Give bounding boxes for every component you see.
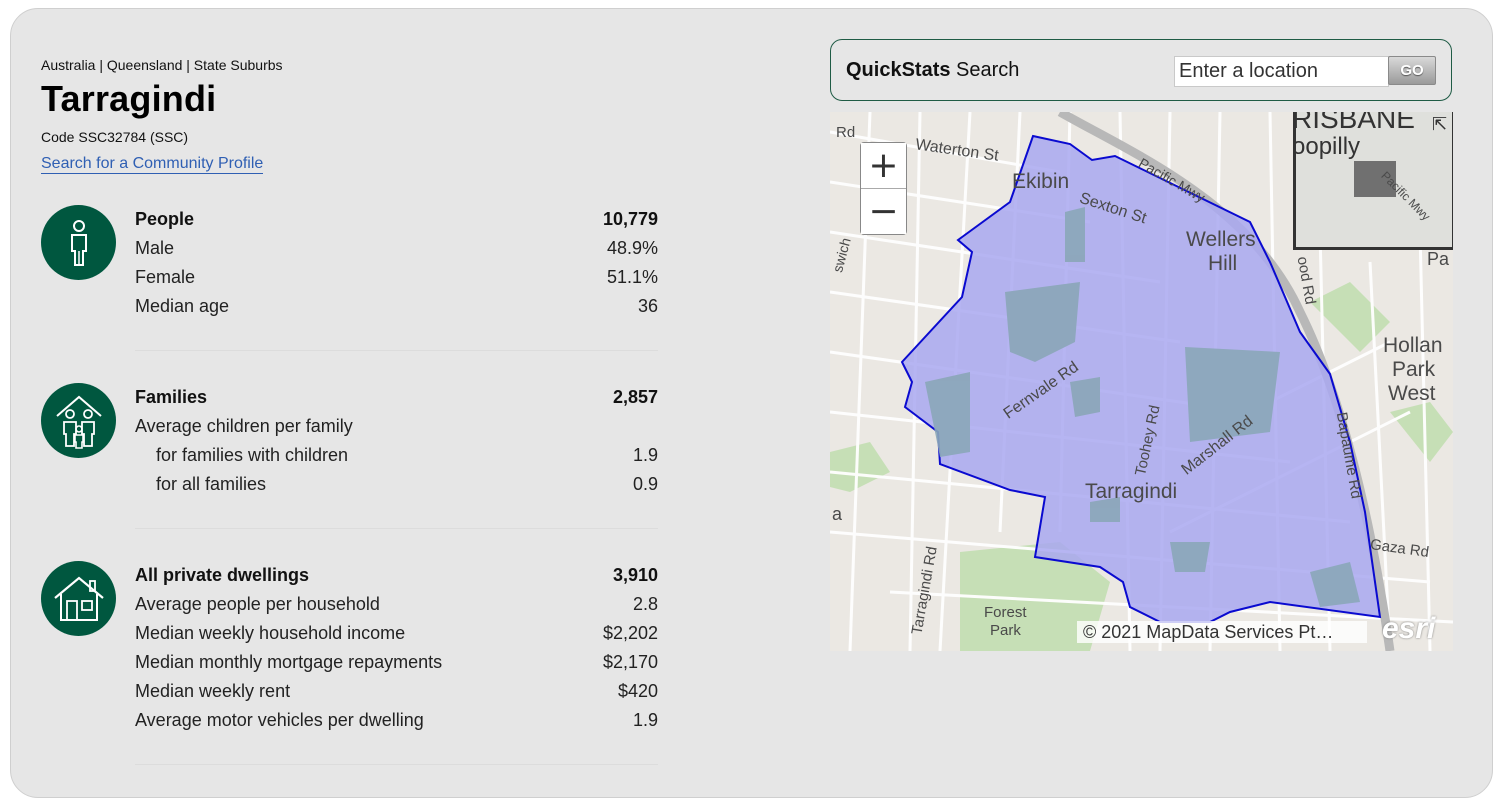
person-icon [41,205,116,280]
go-button[interactable]: GO [1388,56,1436,85]
divider [135,350,658,351]
mortgage-label: Median monthly mortgage repayments [135,652,443,672]
avg-people-label: Average people per household [135,594,380,614]
dwellings-label: All private dwellings [135,565,310,585]
stat-row: Median weekly rent $420 [135,677,658,706]
stat-row: Female 51.1% [135,263,658,292]
median-age-value: 36 [637,296,658,316]
quickstats-search-box: QuickStats Search GO [830,39,1452,101]
stat-row: Median age 36 [135,292,658,321]
map-label: a [832,504,843,524]
female-label: Female [135,267,196,287]
map-label: Hill [1208,252,1238,275]
map-view[interactable]: RISBANE oopilly Pacific Mwy ⇱ + − Ekibin… [830,112,1453,651]
zoom-out-button[interactable]: − [861,189,906,234]
families-label: Families [135,387,208,407]
stat-row: Average motor vehicles per dwelling 1.9 [135,706,658,735]
quickstats-title: QuickStats Search [846,59,1020,81]
house-icon [41,561,116,636]
map-label: Wellers [1186,228,1256,251]
page-title: Tarragindi [41,78,217,119]
people-label: People [135,209,195,229]
divider [135,528,658,529]
male-value: 48.9% [606,238,658,258]
with-children-value: 1.9 [632,445,658,465]
family-icon [41,383,116,458]
stat-row: Male 48.9% [135,234,658,263]
map-label: Park [990,622,1021,639]
weekly-income-value: $2,202 [602,623,658,643]
overview-map[interactable]: RISBANE oopilly Pacific Mwy [1293,112,1453,250]
area-code: Code SSC32784 (SSC) [41,129,189,145]
people-value: 10,779 [602,209,658,229]
stat-row: Average children per family [135,412,658,441]
vehicles-value: 1.9 [632,710,658,730]
female-value: 51.1% [606,267,658,287]
map-label: Park [1392,358,1436,381]
dwellings-row: All private dwellings 3,910 [135,561,658,590]
people-row: People 10,779 [135,205,658,234]
divider [135,764,658,765]
map-label: Rd [836,124,856,141]
rent-label: Median weekly rent [135,681,291,701]
stat-row: Median weekly household income $2,202 [135,619,658,648]
esri-logo: esri [1382,612,1436,645]
breadcrumb: Australia | Queensland | State Suburbs [41,57,283,73]
map-label: West [1388,382,1436,405]
rent-value: $420 [617,681,658,701]
location-search-input[interactable] [1174,56,1389,87]
community-profile-link[interactable]: Search for a Community Profile [41,155,264,174]
avg-people-value: 2.8 [632,594,658,614]
families-row: Families 2,857 [135,383,658,412]
expand-icon[interactable]: ⇱ [1432,114,1447,135]
families-value: 2,857 [612,387,658,407]
zoom-in-button[interactable]: + [861,143,906,188]
map-label: Hollan [1383,334,1443,357]
stat-row: Average people per household 2.8 [135,590,658,619]
with-children-label: for families with children [156,445,349,465]
all-families-label: for all families [156,474,267,494]
map-label: Ekibin [1012,170,1070,193]
dwellings-value: 3,910 [612,565,658,585]
stat-row: for all families 0.9 [135,470,658,499]
stat-row: Median monthly mortgage repayments $2,17… [135,648,658,677]
map-label: Tarragindi [1085,480,1178,503]
mortgage-value: $2,170 [602,652,658,672]
vehicles-label: Average motor vehicles per dwelling [135,710,424,730]
map-attribution: © 2021 MapData Services Pt… [1077,621,1367,643]
median-age-label: Median age [135,296,230,316]
map-label: Forest [984,604,1027,621]
map-label: Pa [1427,249,1450,269]
avg-children-label: Average children per family [135,416,353,436]
weekly-income-label: Median weekly household income [135,623,406,643]
stat-row: for families with children 1.9 [135,441,658,470]
zoom-control: + − [860,142,907,235]
male-label: Male [135,238,175,258]
all-families-value: 0.9 [632,474,658,494]
